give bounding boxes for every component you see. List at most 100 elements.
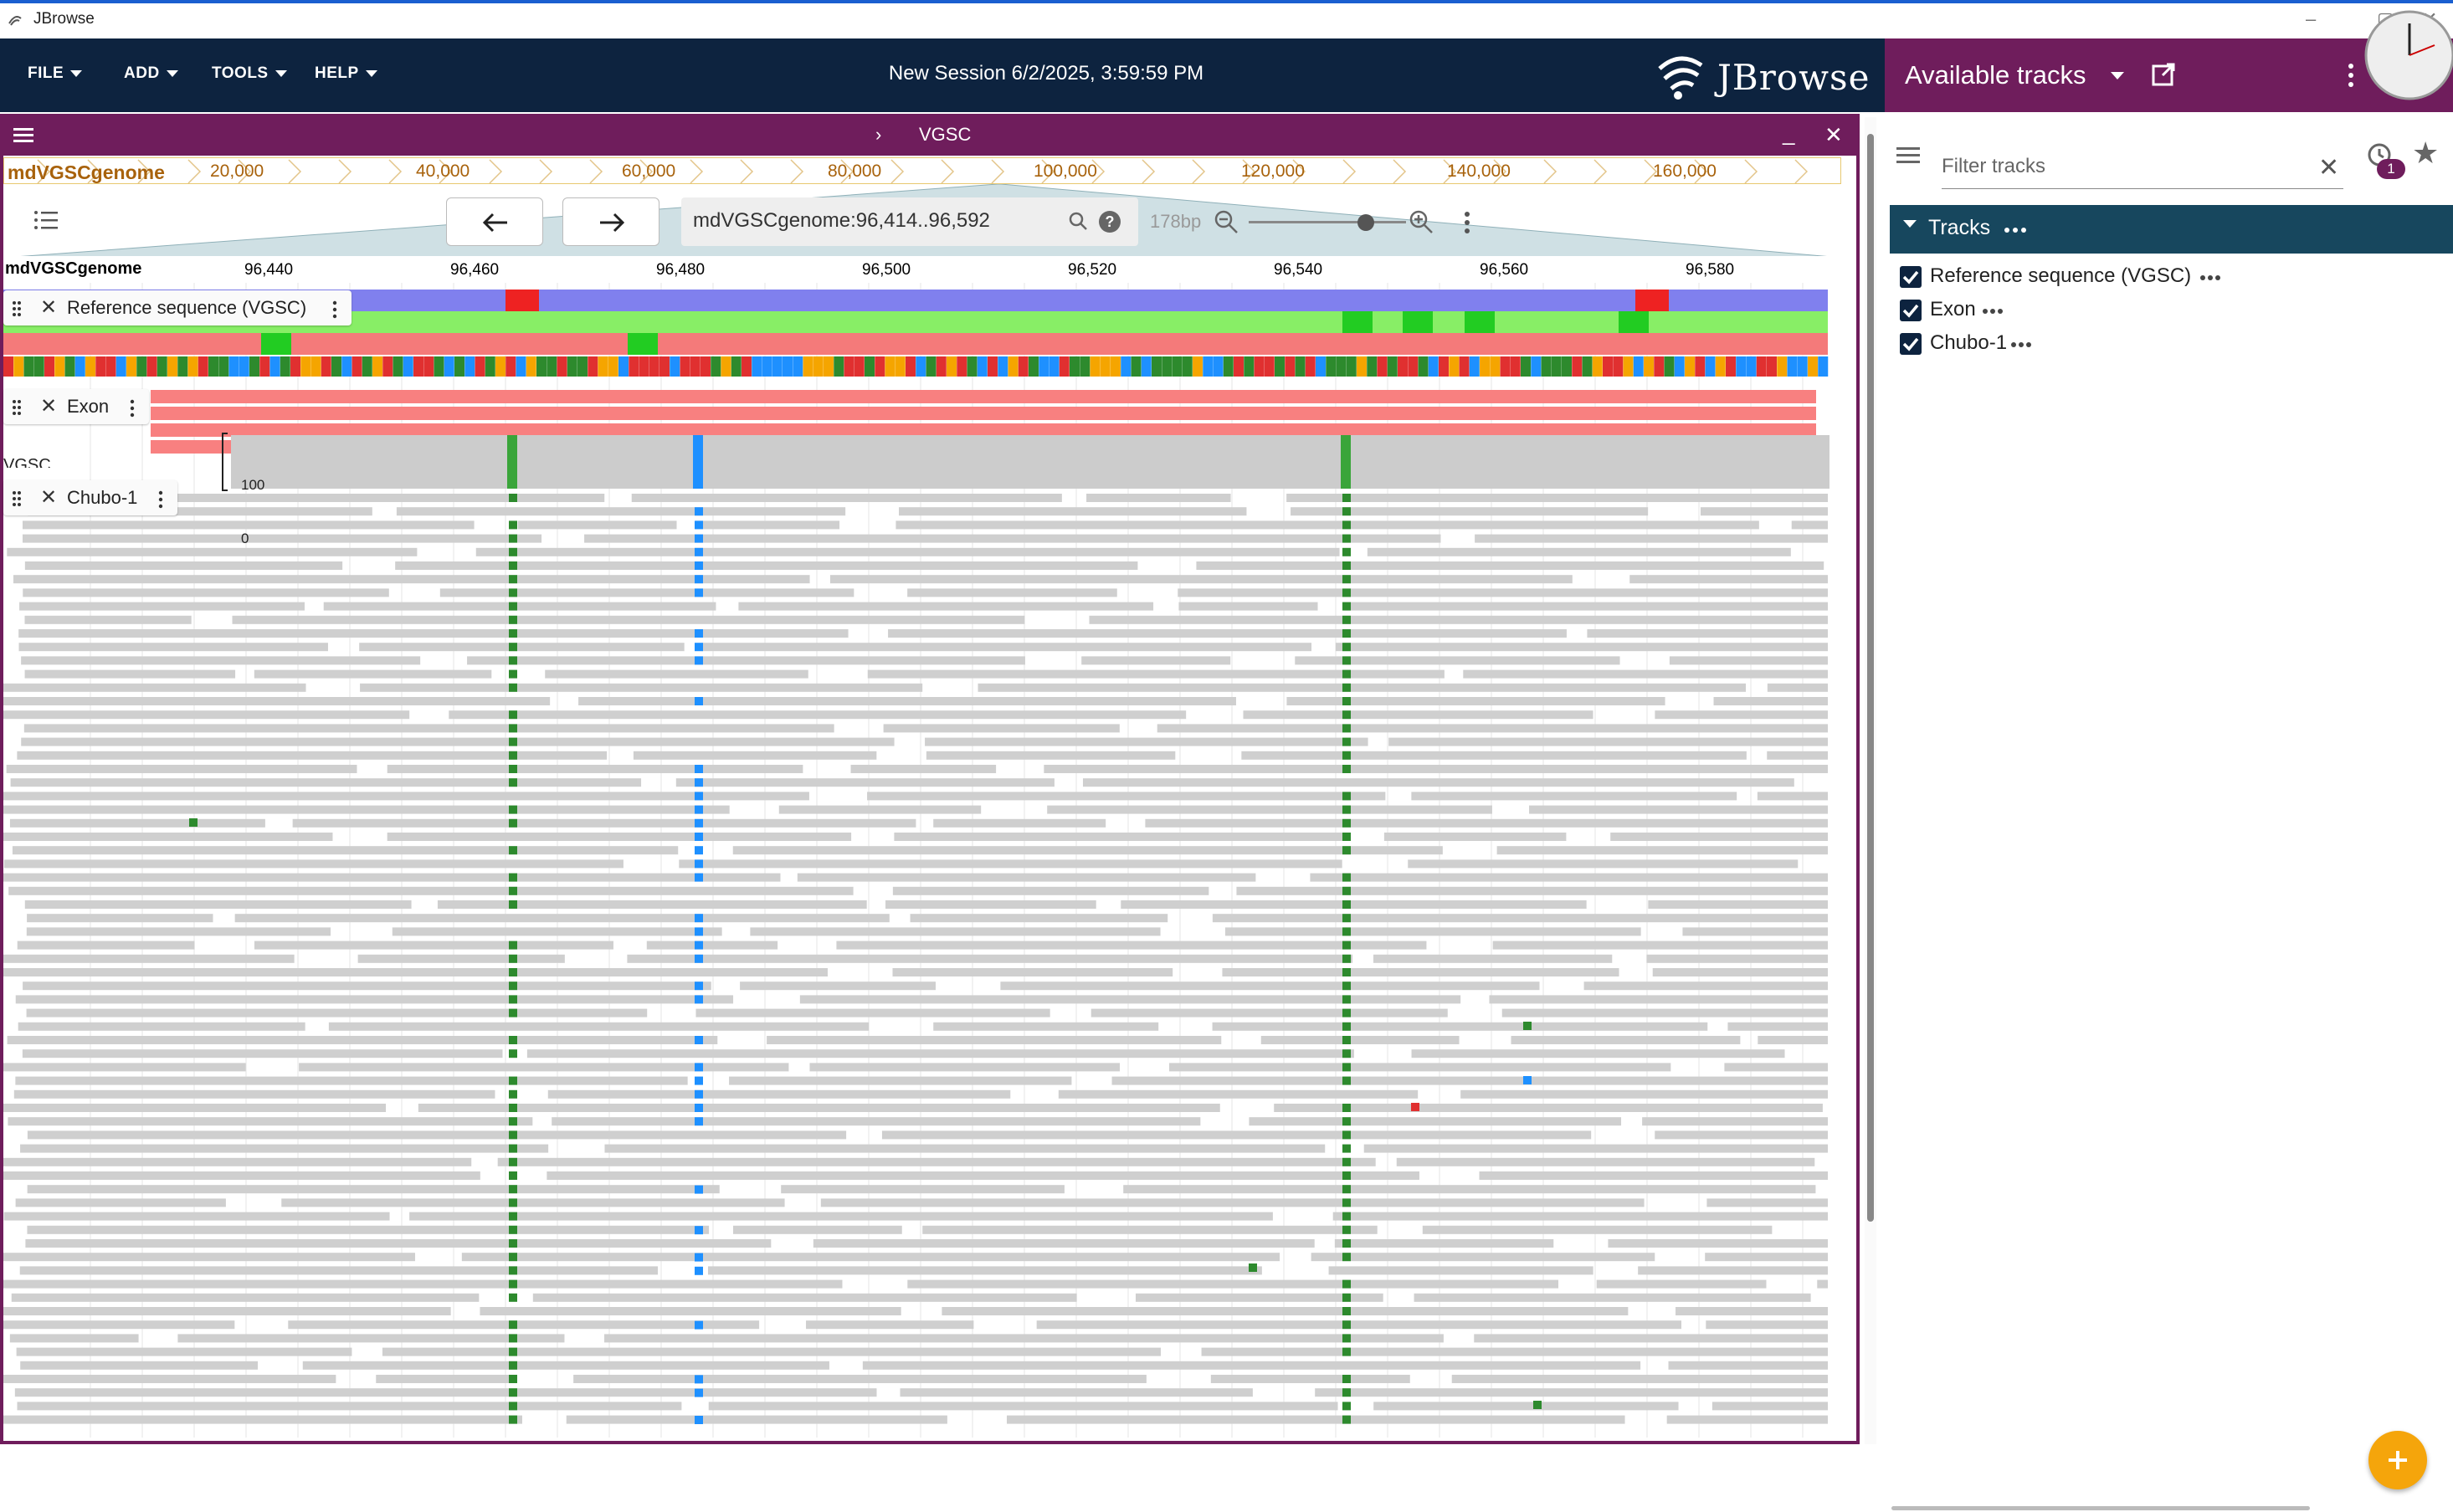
tools-menu[interactable]: TOOLS [212, 64, 287, 83]
ruler-tick-label: 96,540 [1274, 261, 1323, 279]
help-menu[interactable]: HELP [315, 64, 377, 83]
close-track-icon[interactable]: ✕ [40, 485, 57, 510]
track-checkbox[interactable] [1900, 333, 1922, 355]
overview-tick-label: 100,000 [1034, 161, 1097, 181]
zoom-out-icon[interactable] [1214, 209, 1239, 234]
overview-tick-label: 80,000 [828, 161, 882, 181]
track-item-label: Reference sequence (VGSC) [1930, 264, 2192, 287]
position-ruler: mdVGSCgenome 96,440 96,460 96,480 96,500… [3, 256, 1841, 284]
favorite-star-icon[interactable]: ★ [2412, 136, 2439, 171]
track-item-more-icon[interactable] [2199, 274, 2221, 281]
tracks-section-title: Tracks [1928, 216, 1991, 239]
chevron-down-icon [365, 69, 377, 77]
file-menu[interactable]: FILE [28, 64, 83, 83]
zoom-slider-thumb[interactable] [1357, 214, 1374, 231]
drag-handle-icon[interactable] [12, 300, 22, 317]
location-value: mdVGSCgenome:96,414..96,592 [693, 209, 990, 232]
overview-scalebar[interactable]: mdVGSCgenome 20,000 40,000 60,000 80,000… [3, 157, 1841, 184]
overview-tick-label: 60,000 [622, 161, 676, 181]
track-item-label: Exon [1930, 298, 1976, 320]
help-menu-label: HELP [315, 64, 359, 82]
zoom-in-icon[interactable] [1409, 209, 1434, 234]
file-menu-label: FILE [28, 64, 64, 82]
filter-placeholder: Filter tracks [1942, 155, 2046, 177]
drawer-horizontal-scrollbar[interactable] [1891, 1506, 2310, 1510]
add-track-button[interactable] [2368, 1431, 2427, 1489]
close-track-icon[interactable]: ✕ [40, 295, 57, 320]
drawer-dropdown-icon[interactable] [2111, 72, 2124, 79]
track-label-chubo[interactable]: ✕ Chubo-1 [3, 480, 177, 515]
tracks-section-header[interactable]: Tracks [1890, 205, 2453, 254]
view-header: › VGSC _ ✕ [0, 114, 1860, 156]
overview-tick-label: 20,000 [210, 161, 264, 181]
add-menu-label: ADD [124, 64, 160, 82]
track-item-exon[interactable]: Exon [1900, 296, 2009, 326]
ruler-tick-label: 96,500 [862, 261, 911, 279]
ruler-refname: mdVGSCgenome [5, 259, 142, 278]
track-label-reference[interactable]: ✕ Reference sequence (VGSC) [3, 290, 352, 325]
drawer-more-icon[interactable] [2347, 62, 2355, 89]
minimize-window-button[interactable]: – [2306, 8, 2316, 30]
track-menu-icon[interactable] [157, 490, 164, 509]
drag-handle-icon[interactable] [12, 399, 22, 416]
history-badge: 1 [2377, 159, 2405, 179]
chevron-right-icon[interactable]: › [875, 124, 881, 146]
track-item-more-icon[interactable] [1982, 308, 2004, 315]
track-selector-icon[interactable] [33, 209, 59, 231]
session-title[interactable]: New Session 6/2/2025, 3:59:59 PM [837, 62, 1255, 85]
overview-tick-label: 160,000 [1653, 161, 1717, 181]
track-label-exon[interactable]: ✕ Exon [3, 389, 149, 424]
add-menu[interactable]: ADD [124, 64, 178, 83]
section-more-icon[interactable] [2004, 227, 2027, 233]
clear-filter-icon[interactable]: ✕ [2318, 153, 2339, 182]
help-icon[interactable]: ? [1098, 210, 1121, 233]
jbrowse-logo-text: JBrowse [1717, 57, 1871, 98]
location-search-input[interactable]: mdVGSCgenome:96,414..96,592 ? [681, 197, 1138, 246]
zoom-slider[interactable] [1249, 221, 1406, 223]
open-in-new-icon[interactable] [2151, 62, 2176, 87]
track-label-text: Exon [67, 396, 110, 417]
overview-chevrons [37, 159, 1809, 184]
track-label-text: Chubo-1 [67, 487, 138, 508]
exon-overflow-label: VGSC [3, 456, 51, 468]
pan-right-button[interactable] [562, 197, 659, 246]
arrow-left-icon [482, 213, 507, 233]
collapse-section-icon[interactable] [1903, 220, 1917, 228]
track-item-reference[interactable]: Reference sequence (VGSC) [1900, 263, 2235, 293]
overview-tick-label: 40,000 [416, 161, 470, 181]
ruler-tick-label: 96,480 [656, 261, 706, 279]
view-name[interactable]: VGSC [919, 124, 971, 146]
track-checkbox[interactable] [1900, 266, 1922, 288]
overview-tick-label: 140,000 [1447, 161, 1511, 181]
ruler-tick-label: 96,440 [244, 261, 294, 279]
overview-assembly-name: mdVGSCgenome [8, 161, 165, 183]
close-view-icon[interactable]: ✕ [1824, 122, 1843, 148]
coverage-ymin-label: 0 [241, 530, 249, 546]
drawer-menu-icon[interactable] [1896, 146, 1920, 165]
track-item-more-icon[interactable] [2010, 341, 2032, 348]
tools-menu-label: TOOLS [212, 64, 269, 82]
drawer-title: Available tracks [1905, 60, 2086, 90]
svg-text:?: ? [1106, 213, 1115, 230]
track-label-text: Reference sequence (VGSC) [67, 297, 307, 318]
search-icon[interactable] [1068, 211, 1088, 231]
view-scrollbar[interactable] [1865, 117, 1876, 1444]
drawer-header: Available tracks [1885, 10, 2453, 112]
track-checkbox[interactable] [1900, 300, 1922, 321]
track-menu-icon[interactable] [331, 300, 338, 319]
view-scrollbar-thumb[interactable] [1867, 134, 1874, 1222]
track-item-chubo[interactable]: Chubo-1 [1900, 330, 2034, 360]
tracks-canvas[interactable] [3, 283, 1833, 1438]
filter-tracks-input[interactable]: Filter tracks ✕ [1942, 146, 2343, 189]
view-menu-icon[interactable] [13, 127, 33, 144]
close-track-icon[interactable]: ✕ [40, 394, 57, 418]
view-options-icon[interactable] [1463, 211, 1471, 236]
drag-handle-icon[interactable] [12, 490, 22, 507]
jbrowse-logo-icon [1658, 56, 1703, 100]
minimize-view-icon[interactable]: _ [1783, 120, 1794, 146]
track-item-label: Chubo-1 [1930, 331, 2008, 354]
pan-left-button[interactable] [446, 197, 543, 246]
app-toolbar: FILE ADD TOOLS HELP New Session 6/2/2025… [0, 38, 1885, 112]
window-title: JBrowse [33, 10, 95, 28]
track-menu-icon[interactable] [129, 399, 136, 418]
